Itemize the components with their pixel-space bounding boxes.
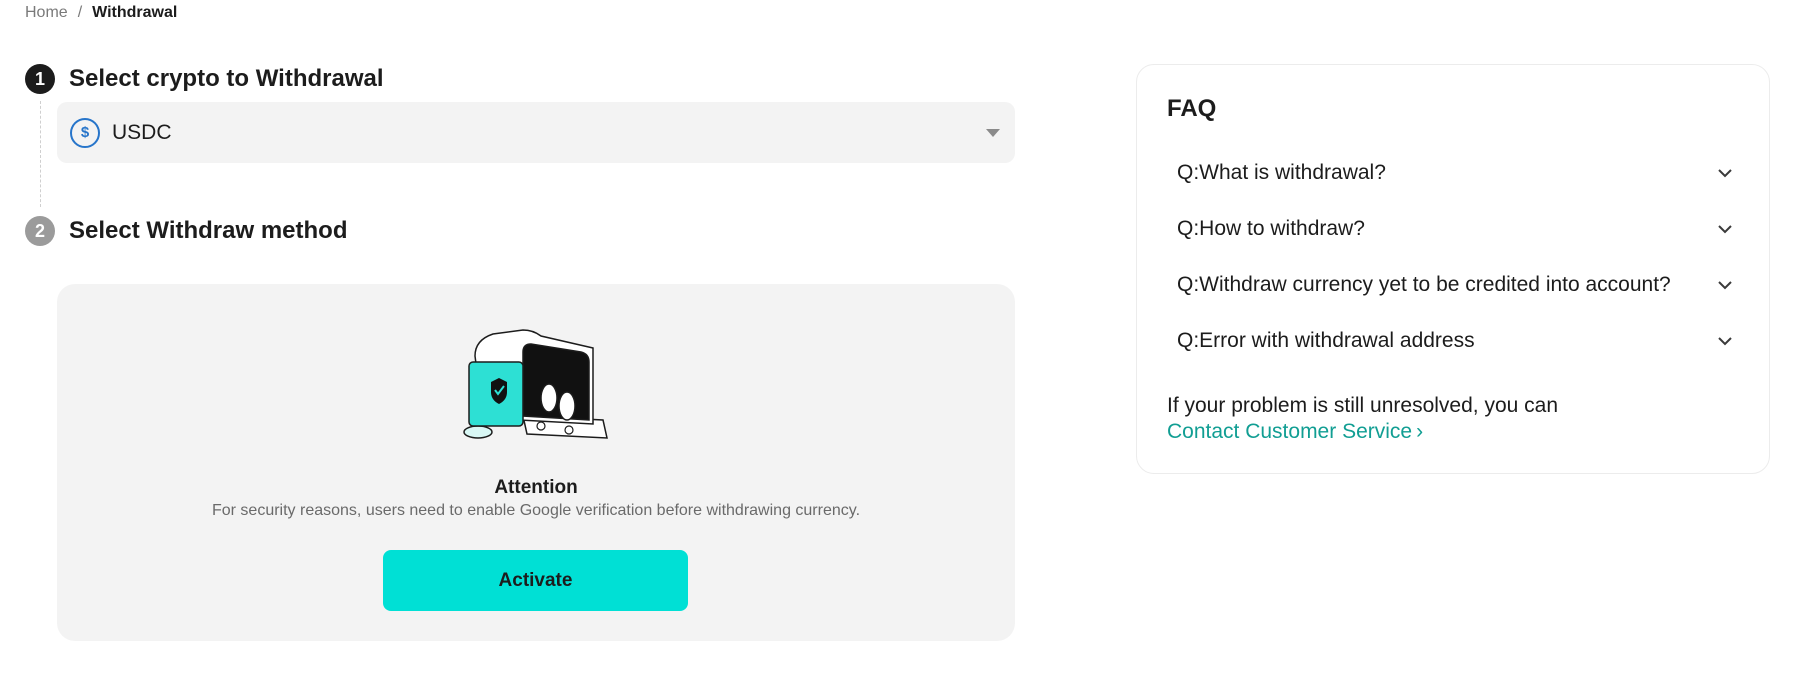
contact-customer-service-link[interactable]: Contact Customer Service › [1167, 419, 1423, 445]
crypto-select-value: USDC [112, 120, 172, 144]
step-2-header: 2 Select Withdraw method [25, 216, 347, 246]
usdc-coin-icon: $ [70, 117, 100, 148]
breadcrumb-home-link[interactable]: Home [25, 4, 68, 22]
faq-item[interactable]: Q:What is withdrawal? [1167, 145, 1741, 201]
breadcrumb-separator: / [77, 4, 83, 21]
faq-question: Q:What is withdrawal? [1177, 161, 1386, 184]
attention-title: Attention [494, 477, 578, 498]
chevron-right-icon: › [1416, 420, 1424, 443]
activate-button[interactable]: Activate [383, 550, 688, 611]
faq-panel: FAQ Q:What is withdrawal? Q:How to withd… [1136, 64, 1770, 474]
faq-question: Q:Withdraw currency yet to be credited i… [1177, 273, 1671, 296]
breadcrumb-current: Withdrawal [92, 4, 178, 21]
step-2-title: Select Withdraw method [69, 217, 348, 244]
chevron-down-icon [1717, 277, 1733, 293]
faq-note: If your problem is still unresolved, you… [1167, 394, 1559, 417]
chevron-down-icon [1717, 221, 1733, 237]
step-connector [40, 101, 41, 207]
faq-title: FAQ [1167, 95, 1217, 122]
faq-item[interactable]: Q:How to withdraw? [1167, 201, 1741, 257]
breadcrumb: Home / Withdrawal [25, 4, 177, 22]
faq-question: Q:How to withdraw? [1177, 217, 1365, 240]
chevron-down-icon [1717, 165, 1733, 181]
crypto-select[interactable]: $ USDC [57, 102, 1015, 163]
contact-link-label: Contact Customer Service [1167, 420, 1413, 443]
step-1-number: 1 [25, 64, 55, 94]
caret-down-icon [986, 128, 1000, 137]
attention-description: For security reasons, users need to enab… [211, 502, 861, 519]
step-1-header: 1 Select crypto to Withdrawal [25, 64, 384, 94]
withdraw-method-card: Attention For security reasons, users ne… [57, 284, 1015, 641]
faq-item[interactable]: Q:Withdraw currency yet to be credited i… [1167, 257, 1741, 313]
faq-item[interactable]: Q:Error with withdrawal address [1167, 313, 1741, 369]
step-1-title: Select crypto to Withdrawal [69, 65, 384, 92]
step-2-number: 2 [25, 216, 55, 246]
faq-question: Q:Error with withdrawal address [1177, 329, 1475, 352]
safe-illustration [463, 329, 608, 439]
faq-list: Q:What is withdrawal? Q:How to withdraw?… [1167, 145, 1741, 369]
chevron-down-icon [1717, 333, 1733, 349]
